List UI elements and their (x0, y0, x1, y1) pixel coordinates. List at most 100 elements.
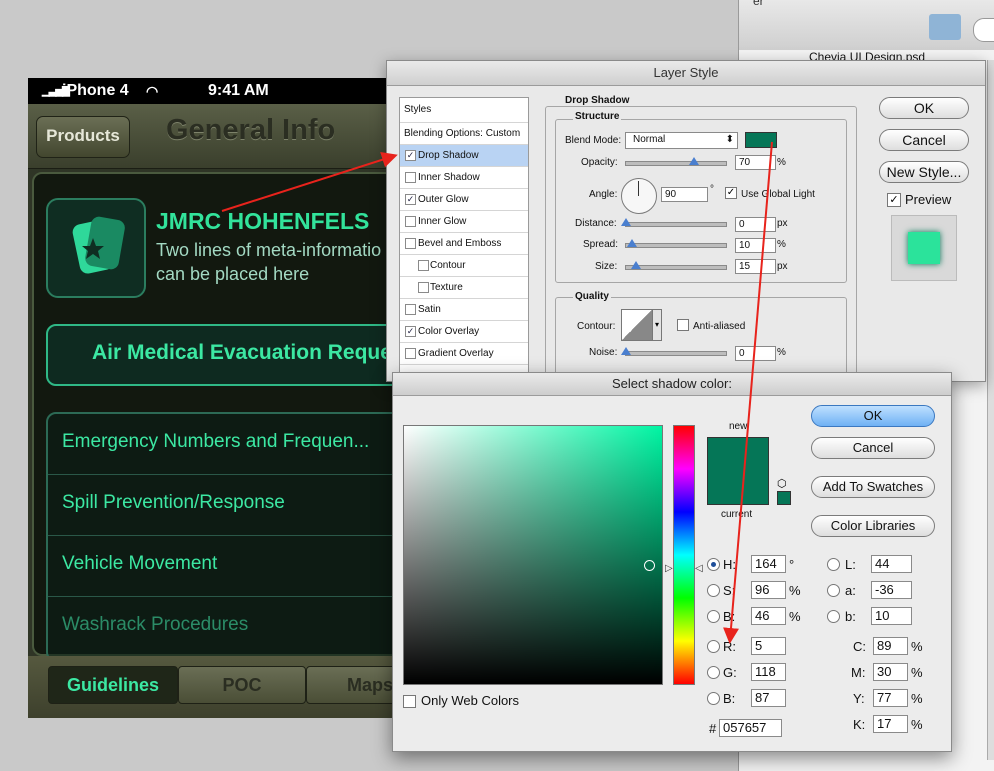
b-input[interactable]: 46 (751, 607, 786, 625)
style-item-bevel-emboss[interactable]: Bevel and Emboss (400, 233, 528, 255)
add-to-swatches-button[interactable]: Add To Swatches (811, 476, 935, 498)
spread-slider[interactable] (625, 243, 727, 248)
lab-b-radio[interactable] (827, 610, 840, 623)
checkbox[interactable] (405, 216, 416, 227)
r-radio[interactable] (707, 640, 720, 653)
a-input[interactable]: -36 (871, 581, 912, 599)
checkbox[interactable] (418, 282, 429, 293)
h-radio[interactable] (707, 558, 720, 571)
color-field-cursor[interactable] (644, 560, 655, 571)
air-medical-evacuation-button[interactable]: Air Medical Evacuation Reques (46, 324, 428, 386)
blending-options-label: Blending Options: Custom (404, 128, 521, 139)
g-input[interactable]: 118 (751, 663, 786, 681)
s-radio[interactable] (707, 584, 720, 597)
web-safe-swatch[interactable] (777, 491, 791, 505)
out-of-gamut-cube-icon[interactable]: ⬡ (777, 477, 787, 490)
y-input[interactable]: 77 (873, 689, 908, 707)
global-light-checkbox[interactable]: ✓ (725, 187, 737, 199)
hex-input[interactable]: 057657 (719, 719, 782, 737)
folder-icon[interactable] (929, 14, 961, 40)
tab-guidelines[interactable]: Guidelines (48, 666, 178, 704)
wifi-icon: ◠ (146, 83, 159, 99)
style-item-inner-shadow[interactable]: Inner Shadow (400, 167, 528, 189)
h-input[interactable]: 164 (751, 555, 786, 573)
checkbox[interactable] (405, 304, 416, 315)
anti-aliased-checkbox[interactable] (677, 319, 689, 331)
contour-dropdown-arrow-icon[interactable]: ▾ (652, 309, 662, 341)
hue-slider-left-arrow-icon[interactable]: ▷ (665, 563, 673, 574)
layer-style-cancel-button[interactable]: Cancel (879, 129, 969, 151)
style-item-texture[interactable]: Texture (400, 277, 528, 299)
blue-input[interactable]: 87 (751, 689, 786, 707)
blue-radio[interactable] (707, 692, 720, 705)
lab-b-input[interactable]: 10 (871, 607, 912, 625)
k-input[interactable]: 17 (873, 715, 908, 733)
b-radio[interactable] (707, 610, 720, 623)
distance-slider-thumb[interactable] (621, 218, 631, 226)
style-item-drop-shadow[interactable]: ✓ Drop Shadow (400, 145, 528, 167)
preview-checkbox[interactable]: ✓ (887, 193, 901, 207)
finder-search-input[interactable] (973, 18, 994, 42)
c-input[interactable]: 89 (873, 637, 908, 655)
only-web-colors-checkbox[interactable] (403, 695, 416, 708)
checkbox[interactable] (405, 238, 416, 249)
checkbox[interactable] (405, 172, 416, 183)
checkbox[interactable]: ✓ (405, 326, 416, 337)
style-item-satin[interactable]: Satin (400, 299, 528, 321)
picker-ok-button[interactable]: OK (811, 405, 935, 427)
g-radio[interactable] (707, 666, 720, 679)
contour-picker[interactable] (621, 309, 653, 341)
list-item[interactable]: Spill Prevention/Response (48, 475, 428, 536)
checkbox[interactable] (405, 348, 416, 359)
style-item-outer-glow[interactable]: ✓ Outer Glow (400, 189, 528, 211)
checkbox[interactable]: ✓ (405, 194, 416, 205)
a-radio[interactable] (827, 584, 840, 597)
angle-input[interactable]: 90 (661, 187, 708, 202)
r-input[interactable]: 5 (751, 637, 786, 655)
angle-dial[interactable] (621, 178, 657, 214)
style-item-inner-glow[interactable]: Inner Glow (400, 211, 528, 233)
style-item-label: Inner Glow (418, 216, 467, 227)
opacity-slider[interactable] (625, 161, 727, 166)
s-input[interactable]: 96 (751, 581, 786, 599)
distance-slider[interactable] (625, 222, 727, 227)
finder-top-text: er (753, 0, 764, 8)
noise-slider[interactable] (625, 351, 727, 356)
layer-style-ok-button[interactable]: OK (879, 97, 969, 119)
style-item-color-overlay[interactable]: ✓ Color Overlay (400, 321, 528, 343)
hue-slider[interactable] (673, 425, 695, 685)
style-item-gradient-overlay[interactable]: Gradient Overlay (400, 343, 528, 365)
distance-input[interactable]: 0 (735, 217, 776, 232)
list-item[interactable]: Vehicle Movement (48, 536, 428, 597)
finder-scrollbar[interactable] (987, 60, 994, 760)
new-style-button[interactable]: New Style... (879, 161, 969, 183)
m-input[interactable]: 30 (873, 663, 908, 681)
spread-slider-thumb[interactable] (627, 239, 637, 247)
styles-header[interactable]: Styles (400, 98, 528, 123)
l-input[interactable]: 44 (871, 555, 912, 573)
list-item[interactable]: Washrack Procedures (48, 597, 428, 657)
checkbox[interactable] (418, 260, 429, 271)
tab-poc[interactable]: POC (178, 666, 306, 704)
size-slider-thumb[interactable] (631, 261, 641, 269)
h-label: H: (723, 557, 736, 572)
noise-slider-thumb[interactable] (621, 347, 631, 355)
saturation-brightness-field[interactable] (403, 425, 663, 685)
style-item-contour[interactable]: Contour (400, 255, 528, 277)
size-input[interactable]: 15 (735, 259, 776, 274)
checkbox[interactable]: ✓ (405, 150, 416, 161)
back-button[interactable]: Products (36, 116, 130, 158)
shadow-color-swatch[interactable] (745, 132, 777, 148)
noise-input[interactable]: 0 (735, 346, 776, 361)
opacity-input[interactable]: 70 (735, 155, 776, 170)
blend-mode-select[interactable]: Normal ⬍ (625, 132, 738, 149)
spread-input[interactable]: 10 (735, 238, 776, 253)
hex-label: # (709, 721, 717, 736)
opacity-slider-thumb[interactable] (689, 157, 699, 165)
picker-cancel-button[interactable]: Cancel (811, 437, 935, 459)
color-libraries-button[interactable]: Color Libraries (811, 515, 935, 537)
list-item[interactable]: Emergency Numbers and Frequen... (48, 414, 428, 475)
l-radio[interactable] (827, 558, 840, 571)
blending-options-item[interactable]: Blending Options: Custom (400, 123, 528, 145)
hue-slider-right-arrow-icon[interactable]: ◁ (695, 563, 703, 574)
